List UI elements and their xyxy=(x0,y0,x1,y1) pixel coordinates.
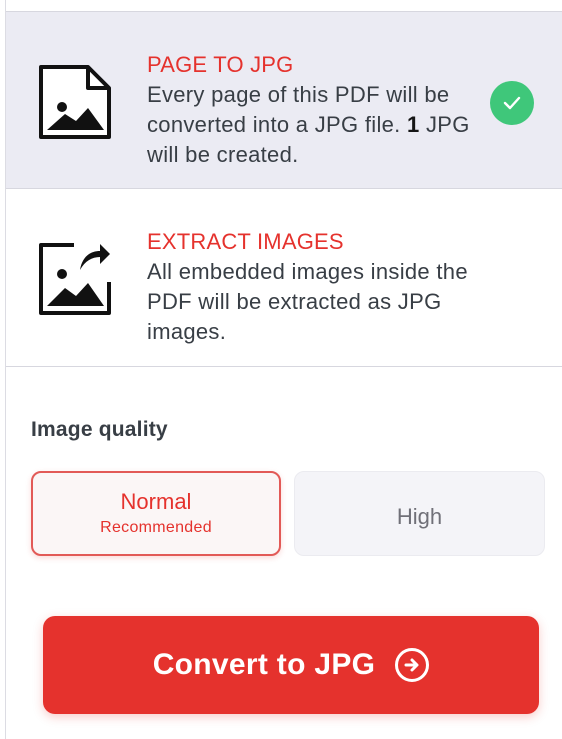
arrow-right-circle-icon xyxy=(395,648,430,682)
convert-button[interactable]: Convert to JPG xyxy=(43,616,539,714)
convert-button-label: Convert to JPG xyxy=(152,648,376,681)
quality-normal-button[interactable]: Normal Recommended xyxy=(31,471,281,556)
option-title: PAGE TO JPG xyxy=(147,52,294,77)
option-description: All embedded images inside the PDF will … xyxy=(147,259,468,344)
description-text: Every page of this PDF will be converted… xyxy=(147,82,450,137)
option-text: PAGE TO JPG Every page of this PDF will … xyxy=(147,50,497,170)
quality-high-button[interactable]: High xyxy=(294,471,545,556)
page-count: 1 xyxy=(407,112,420,137)
option-extract-images[interactable]: EXTRACT IMAGES All embedded images insid… xyxy=(6,190,562,367)
option-page-to-jpg[interactable]: PAGE TO JPG Every page of this PDF will … xyxy=(6,11,562,189)
extract-image-icon xyxy=(39,243,111,315)
option-text: EXTRACT IMAGES All embedded images insid… xyxy=(147,227,497,347)
image-quality-label: Image quality xyxy=(31,418,168,441)
quality-normal-label: Normal xyxy=(120,488,192,514)
option-title: EXTRACT IMAGES xyxy=(147,229,344,254)
quality-high-label: High xyxy=(396,503,443,529)
convert-options-panel: PAGE TO JPG Every page of this PDF will … xyxy=(0,0,562,739)
check-icon xyxy=(490,81,534,125)
quality-normal-sublabel: Recommended xyxy=(100,518,212,536)
option-description: Every page of this PDF will be converted… xyxy=(147,80,497,170)
page-image-icon xyxy=(39,65,111,139)
